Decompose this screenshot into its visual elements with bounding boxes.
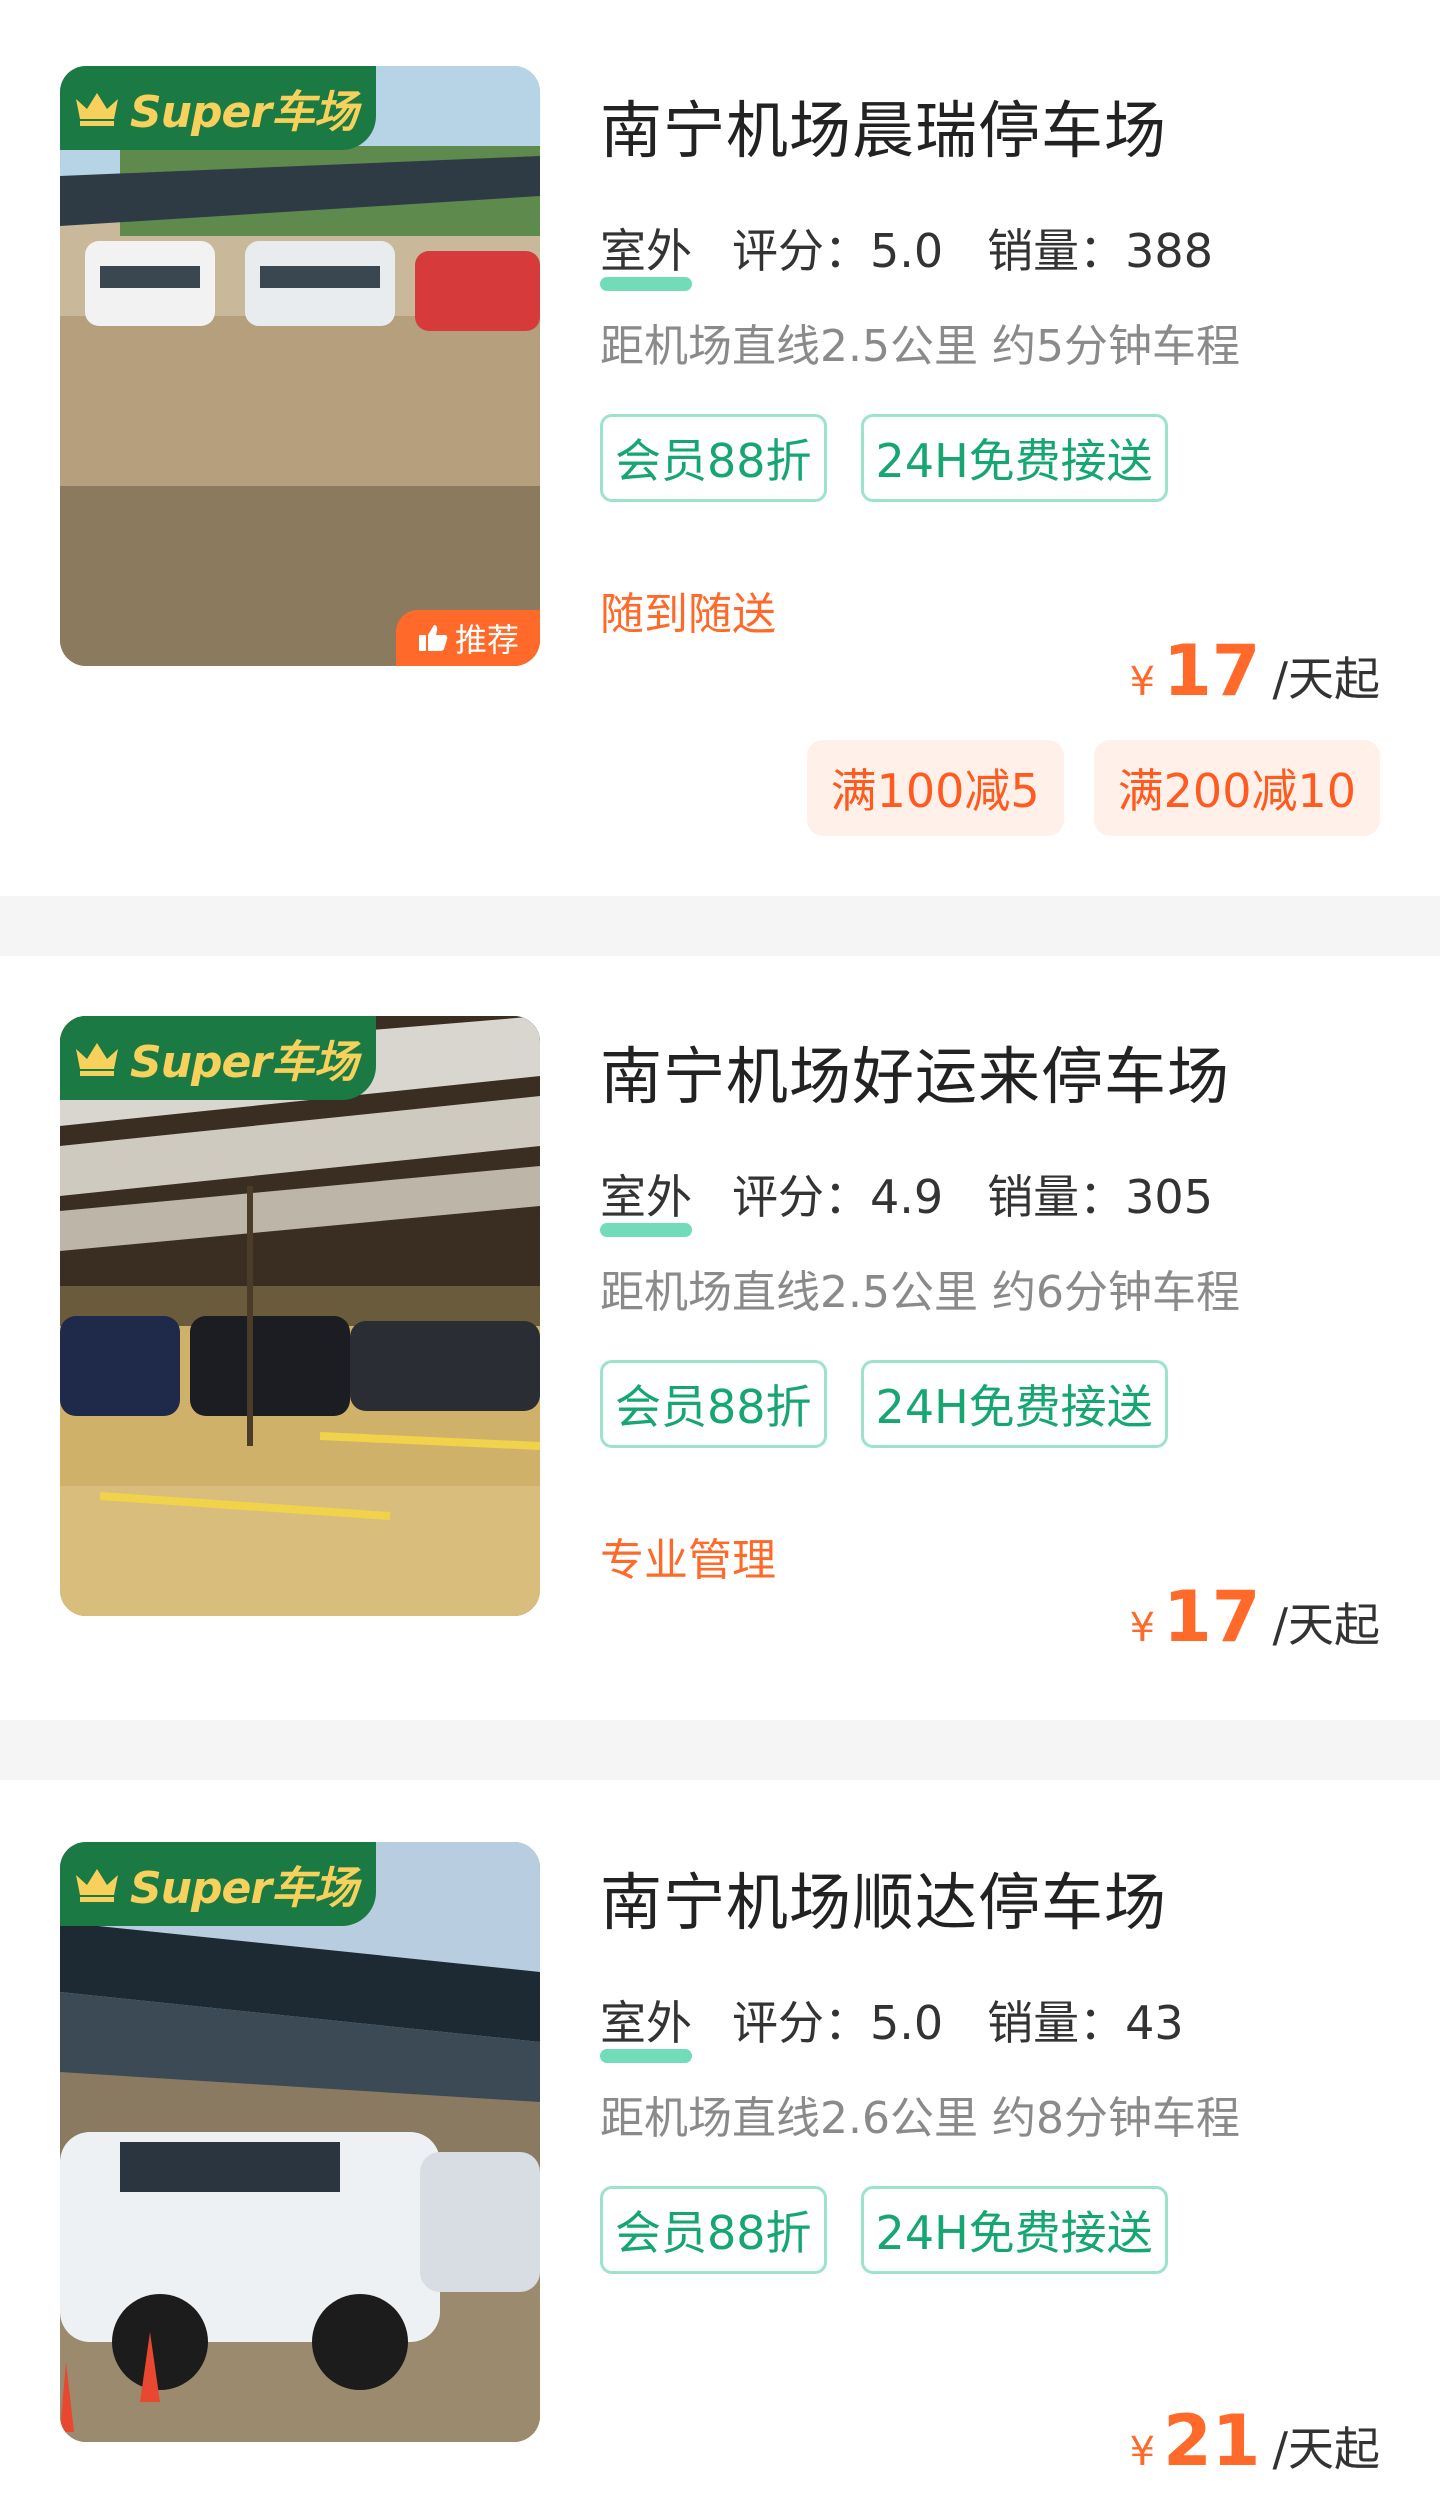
super-parking-badge: Super车场 [60, 1016, 376, 1100]
parking-card[interactable]: Super车场 推荐 南宁机场晨瑞停车场 室外 评分：5.0 销量：388 距机… [0, 0, 1440, 896]
tag-member-discount: 会员88折 [600, 2186, 827, 2274]
parking-meta: 室外 评分：4.9 销量：305 [600, 1161, 1257, 1237]
sales-value: 305 [1125, 1170, 1213, 1224]
tag-list: 会员88折 24H免费接送 [600, 414, 1168, 502]
environment-label: 室外 [600, 1987, 692, 2063]
rating: 评分：5.0 [732, 1996, 944, 2050]
parking-photo[interactable]: Super车场 [60, 1842, 540, 2442]
super-parking-badge: Super车场 [60, 66, 376, 150]
card-divider [0, 1720, 1440, 1780]
parking-title[interactable]: 南宁机场好运来停车场 [600, 1026, 1230, 1116]
parking-card[interactable]: Super车场 南宁机场好运来停车场 室外 评分：4.9 销量：305 距机场直… [0, 956, 1440, 1720]
parking-meta: 室外 评分：5.0 销量：388 [600, 215, 1257, 291]
crown-icon [76, 93, 118, 126]
card-divider [0, 896, 1440, 956]
coupon-list: 满100减5 满200减10 [806, 740, 1380, 836]
parking-photo[interactable]: Super车场 推荐 [60, 66, 540, 666]
price-unit: /天起 [1272, 652, 1381, 706]
price-value: 17 [1163, 630, 1261, 712]
super-badge-text: Super车场 [130, 87, 358, 138]
distance-text: 距机场直线2.5公里 约5分钟车程 [600, 321, 1240, 372]
tag-list: 会员88折 24H免费接送 [600, 2186, 1168, 2274]
tag-member-discount: 会员88折 [600, 414, 827, 502]
parking-title[interactable]: 南宁机场晨瑞停车场 [600, 80, 1167, 170]
environment-label: 室外 [600, 215, 692, 291]
tag-free-shuttle: 24H免费接送 [860, 2186, 1168, 2274]
currency-symbol: ¥ [1129, 1605, 1156, 1651]
feature-text: 专业管理 [600, 1535, 776, 1586]
sales: 销量：305 [987, 1170, 1213, 1224]
coupon-200-10[interactable]: 满200减10 [1093, 740, 1380, 836]
sales-value: 43 [1125, 1996, 1184, 2050]
tag-free-shuttle: 24H免费接送 [860, 414, 1168, 502]
recommend-badge: 推荐 [396, 610, 540, 666]
price: ¥ 17 /天起 [1130, 630, 1380, 712]
parking-card[interactable]: Super车场 南宁机场顺达停车场 室外 评分：5.0 销量：43 距机场直线2… [0, 1780, 1440, 2512]
price: ¥ 21 /天起 [1130, 2400, 1380, 2482]
parking-photo-image [60, 1842, 540, 2442]
price: ¥ 17 /天起 [1130, 1576, 1380, 1658]
price-value: 17 [1163, 1576, 1261, 1658]
super-badge-text: Super车场 [130, 1863, 358, 1914]
parking-meta: 室外 评分：5.0 销量：43 [600, 1987, 1228, 2063]
rating-value: 5.0 [870, 224, 944, 278]
price-value: 21 [1163, 2400, 1261, 2482]
crown-icon [76, 1869, 118, 1902]
coupon-100-5[interactable]: 满100减5 [806, 740, 1064, 836]
recommend-label: 推荐 [454, 621, 519, 659]
parking-title[interactable]: 南宁机场顺达停车场 [600, 1852, 1167, 1942]
parking-photo-image [60, 66, 540, 666]
distance-text: 距机场直线2.6公里 约8分钟车程 [600, 2093, 1240, 2144]
environment-label: 室外 [600, 1161, 692, 1237]
sales: 销量：43 [987, 1996, 1184, 2050]
rating-value: 4.9 [870, 1170, 944, 1224]
price-unit: /天起 [1272, 1598, 1381, 1652]
tag-free-shuttle: 24H免费接送 [860, 1360, 1168, 1448]
feature-text: 随到随送 [600, 589, 776, 640]
tag-list: 会员88折 24H免费接送 [600, 1360, 1168, 1448]
crown-icon [76, 1043, 118, 1076]
sales: 销量：388 [987, 224, 1213, 278]
sales-value: 388 [1125, 224, 1213, 278]
currency-symbol: ¥ [1129, 2429, 1156, 2475]
rating: 评分：5.0 [732, 224, 944, 278]
tag-member-discount: 会员88折 [600, 1360, 827, 1448]
super-badge-text: Super车场 [130, 1037, 358, 1088]
parking-photo-image [60, 1016, 540, 1616]
thumbs-up-icon [418, 625, 448, 651]
rating-value: 5.0 [870, 1996, 944, 2050]
distance-text: 距机场直线2.5公里 约6分钟车程 [600, 1267, 1240, 1318]
currency-symbol: ¥ [1129, 659, 1156, 705]
super-parking-badge: Super车场 [60, 1842, 376, 1926]
price-unit: /天起 [1272, 2422, 1381, 2476]
parking-photo[interactable]: Super车场 [60, 1016, 540, 1616]
rating: 评分：4.9 [732, 1170, 944, 1224]
